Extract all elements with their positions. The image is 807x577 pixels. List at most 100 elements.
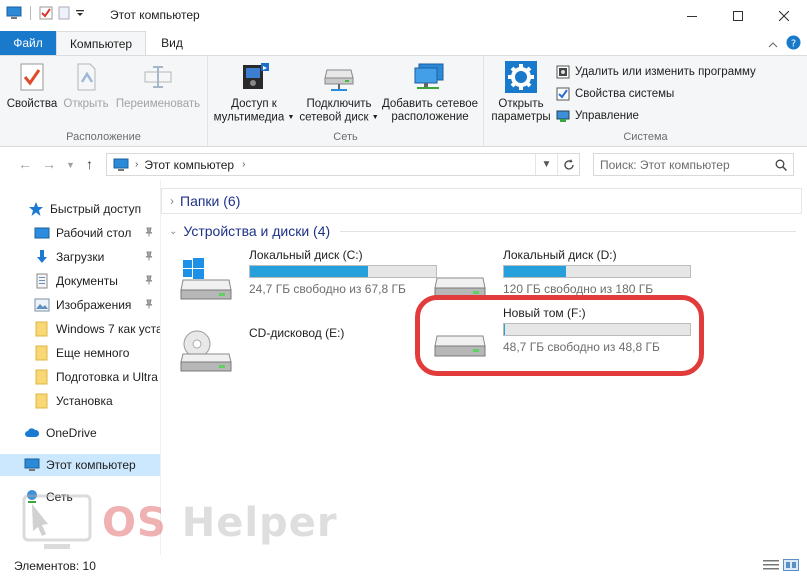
dropdown-arrow-icon: ▼ <box>371 114 379 121</box>
tab-computer[interactable]: Компьютер <box>56 31 146 56</box>
breadcrumb-this-pc[interactable]: Этот компьютер <box>144 158 234 172</box>
add-network-location-button[interactable]: Добавить сетевое расположение <box>380 60 480 124</box>
sidebar-item-quick-access[interactable]: Быстрый доступ <box>0 198 160 220</box>
ribbon-group-label: Расположение <box>66 131 141 143</box>
tab-file[interactable]: Файл <box>0 31 56 56</box>
maximize-icon <box>733 10 743 21</box>
address-history-dropdown[interactable]: ▼ <box>535 154 557 175</box>
add-location-label-line1: Добавить сетевое <box>381 98 479 110</box>
computer-icon[interactable] <box>6 6 22 20</box>
sidebar-item-label: OneDrive <box>46 426 97 440</box>
ribbon: Свойства Открыть Переименовать Расположе… <box>0 55 807 147</box>
document-icon <box>36 273 48 289</box>
sidebar-item-label: Windows 7 как уста <box>56 322 160 336</box>
download-icon <box>37 250 47 263</box>
media-label-line2: мультимедиа <box>213 111 285 124</box>
quick-access-toolbar <box>6 6 85 20</box>
sidebar-item-desktop[interactable]: Рабочий стол <box>0 222 160 244</box>
search-input[interactable]: Поиск: Этот компьютер <box>600 158 730 172</box>
chevron-down-icon: ▼ <box>541 159 552 170</box>
system-properties-button[interactable]: Свойства системы <box>556 84 674 104</box>
pin-icon[interactable] <box>144 251 154 261</box>
toolbar-divider <box>30 6 31 20</box>
drive-item-e[interactable]: CD-дисковод (E:) <box>179 320 429 380</box>
new-folder-icon[interactable] <box>57 6 71 20</box>
sidebar-item-folder[interactable]: Еще немного <box>0 342 160 364</box>
help-icon[interactable]: ? <box>786 35 801 53</box>
open-button[interactable]: Открыть <box>60 60 112 111</box>
watermark-monitor-icon <box>22 494 92 549</box>
drive-usage-bar <box>249 265 437 278</box>
forward-arrow-icon[interactable]: → <box>42 156 56 172</box>
desktop-icon <box>34 227 50 239</box>
search-box[interactable]: Поиск: Этот компьютер <box>593 153 794 176</box>
drive-name: CD-дисковод (E:) <box>249 326 345 340</box>
add-location-label-line2: расположение <box>391 111 469 123</box>
svg-text:?: ? <box>791 39 796 50</box>
window-title: Этот компьютер <box>110 8 200 22</box>
map-drive-label-line1: Подключить <box>306 98 372 110</box>
group-header-folders[interactable]: › Папки (6) <box>161 188 802 214</box>
sidebar-item-documents[interactable]: Документы <box>0 270 160 292</box>
open-settings-button[interactable]: Открыть параметры <box>488 60 554 124</box>
network-drive-icon <box>322 60 356 94</box>
uninstall-icon <box>556 65 570 79</box>
drive-item-c[interactable]: Локальный диск (C:) 24,7 ГБ свободно из … <box>179 248 437 308</box>
details-view-icon[interactable] <box>763 559 779 574</box>
close-button[interactable] <box>761 0 807 31</box>
title-bar: Этот компьютер <box>0 0 807 31</box>
cd-drive-icon <box>180 330 232 372</box>
media-access-button[interactable]: Доступ к мультимедиа ▼ <box>212 60 296 125</box>
sidebar-item-downloads[interactable]: Загрузки <box>0 246 160 268</box>
drive-usage-fill <box>504 266 566 277</box>
breadcrumb-separator-icon[interactable]: › <box>135 159 138 170</box>
tab-view[interactable]: Вид <box>146 31 198 56</box>
rename-button[interactable]: Переименовать <box>112 60 204 111</box>
back-arrow-icon[interactable]: ← <box>18 156 32 172</box>
recent-locations-icon[interactable]: ▼ <box>66 160 75 170</box>
minimize-icon <box>687 15 697 17</box>
pin-icon[interactable] <box>144 299 154 309</box>
sidebar-item-folder[interactable]: Установка <box>0 390 160 412</box>
map-drive-button[interactable]: Подключить сетевой диск ▼ <box>298 60 380 125</box>
large-icons-view-icon[interactable] <box>783 559 799 574</box>
chevron-down-icon: ⌄ <box>169 225 178 237</box>
sidebar-item-label: Рабочий стол <box>56 226 132 240</box>
uninstall-label: Удалить или изменить программу <box>575 66 756 78</box>
customize-toolbar-icon[interactable] <box>75 8 85 18</box>
chevron-up-icon[interactable] <box>768 37 778 51</box>
group-header-devices[interactable]: ⌄ Устройства и диски (4) <box>161 220 802 242</box>
sidebar-item-pictures[interactable]: Изображения <box>0 294 160 316</box>
manage-button[interactable]: Управление <box>556 106 639 126</box>
refresh-button[interactable] <box>557 154 579 175</box>
sidebar-item-label: Установка <box>56 394 113 408</box>
minimize-button[interactable] <box>669 0 715 31</box>
sidebar-item-this-pc[interactable]: Этот компьютер <box>0 454 160 476</box>
manage-icon <box>556 110 570 122</box>
pin-icon[interactable] <box>144 227 154 237</box>
sidebar-item-folder[interactable]: Подготовка и Ultra <box>0 366 160 388</box>
group-title: Устройства и диски (4) <box>183 223 331 239</box>
address-bar[interactable]: › Этот компьютер › ▼ <box>106 153 580 176</box>
sidebar-item-label: Загрузки <box>56 250 105 264</box>
maximize-button[interactable] <box>715 0 761 31</box>
sidebar-item-folder[interactable]: Windows 7 как уста <box>0 318 160 340</box>
manage-label: Управление <box>575 110 639 122</box>
dropdown-arrow-icon: ▼ <box>287 114 295 121</box>
properties-button[interactable]: Свойства <box>6 60 58 111</box>
ribbon-group-label: Система <box>623 131 668 143</box>
folder-icon <box>35 321 48 337</box>
network-location-icon <box>413 60 447 94</box>
drive-name: Локальный диск (D:) <box>503 248 617 262</box>
item-count: Элементов: 10 <box>14 559 96 573</box>
watermark-logo: OS Helper <box>22 494 338 552</box>
breadcrumb-separator-icon[interactable]: › <box>242 159 245 170</box>
up-arrow-icon[interactable]: ↑ <box>86 156 93 172</box>
folder-icon <box>35 345 48 361</box>
pin-icon[interactable] <box>144 275 154 285</box>
properties-icon[interactable] <box>39 6 53 20</box>
close-icon <box>779 10 789 21</box>
uninstall-program-button[interactable]: Удалить или изменить программу <box>556 62 756 82</box>
sidebar-item-onedrive[interactable]: OneDrive <box>0 422 160 444</box>
sidebar-item-label: Быстрый доступ <box>50 202 142 216</box>
